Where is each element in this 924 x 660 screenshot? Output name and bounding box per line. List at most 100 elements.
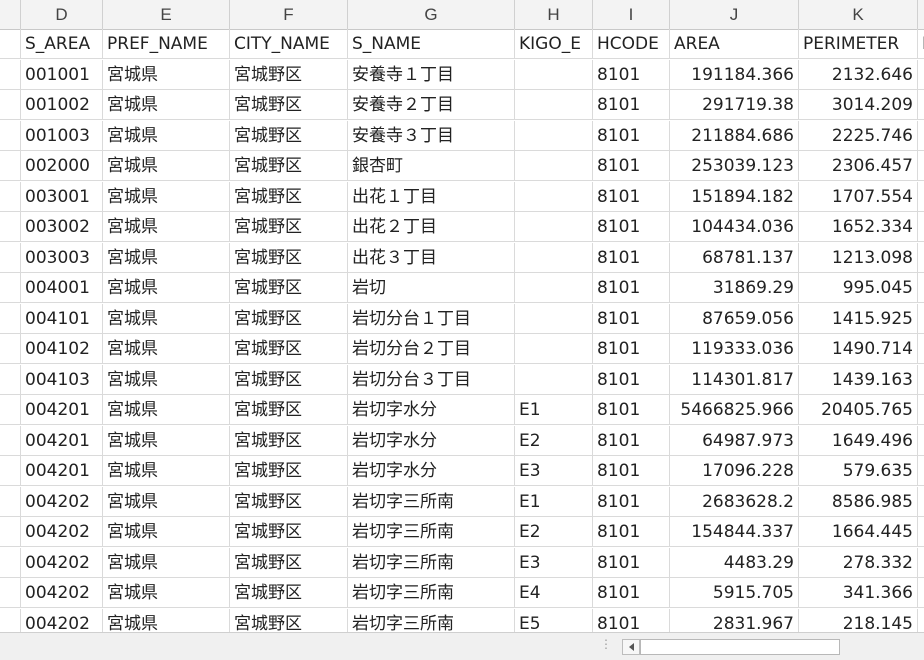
cell-col-hcode[interactable]: 8101: [593, 303, 670, 334]
cell-col-city-name[interactable]: 宮城野区: [230, 303, 348, 334]
header-cell-col-pref-name[interactable]: PREF_NAME: [103, 29, 230, 59]
cell-col-s-name[interactable]: 岩切字水分: [348, 425, 515, 456]
cell-col-next[interactable]: [918, 212, 924, 242]
cell-col-next[interactable]: [918, 548, 924, 578]
cell-col-city-name[interactable]: 宮城野区: [230, 334, 348, 364]
cell-col-pref-name[interactable]: 宮城県: [103, 395, 230, 425]
cell-col-s-name[interactable]: 岩切分台１丁目: [348, 303, 515, 334]
cell-col-city-name[interactable]: 宮城野区: [230, 517, 348, 547]
cell-col-kigo-e[interactable]: [515, 212, 593, 242]
cell-col-pref-name[interactable]: 宮城県: [103, 212, 230, 242]
cell-col-s-area[interactable]: 003002: [21, 212, 103, 242]
cell-col-y[interactable]: [0, 181, 21, 212]
cell-col-perimeter[interactable]: 1664.445: [799, 517, 918, 547]
cell-col-s-name[interactable]: 岩切字三所南: [348, 517, 515, 547]
cell-col-pref-name[interactable]: 宮城県: [103, 303, 230, 334]
cell-col-city-name[interactable]: 宮城野区: [230, 181, 348, 212]
cell-col-s-name[interactable]: 岩切字三所南: [348, 608, 515, 632]
header-cell-col-y[interactable]: Y: [0, 29, 21, 59]
cell-col-area[interactable]: 4483.29: [670, 547, 799, 578]
cell-col-perimeter[interactable]: 1652.334: [799, 212, 918, 242]
cell-col-city-name[interactable]: 宮城野区: [230, 242, 348, 273]
cell-col-pref-name[interactable]: 宮城県: [103, 334, 230, 364]
cell-col-kigo-e[interactable]: E1: [515, 395, 593, 425]
cell-col-perimeter[interactable]: 278.332: [799, 547, 918, 578]
cell-col-next[interactable]: [918, 273, 924, 303]
cell-col-city-name[interactable]: 宮城野区: [230, 547, 348, 578]
cell-col-s-area[interactable]: 001001: [21, 59, 103, 90]
cell-col-y[interactable]: [0, 120, 21, 151]
cell-col-pref-name[interactable]: 宮城県: [103, 151, 230, 181]
split-handle-icon[interactable]: ⋮: [600, 638, 612, 655]
cell-col-s-area[interactable]: 004201: [21, 456, 103, 486]
column-header-i[interactable]: I: [593, 0, 670, 29]
cell-col-hcode[interactable]: 8101: [593, 517, 670, 547]
cell-col-hcode[interactable]: 8101: [593, 90, 670, 120]
cell-col-area[interactable]: 114301.817: [670, 364, 799, 395]
cell-col-hcode[interactable]: 8101: [593, 578, 670, 608]
cell-col-s-area[interactable]: 004202: [21, 547, 103, 578]
cell-col-hcode[interactable]: 8101: [593, 456, 670, 486]
cell-col-s-name[interactable]: 出花１丁目: [348, 181, 515, 212]
cell-col-pref-name[interactable]: 宮城県: [103, 273, 230, 303]
cell-col-kigo-e[interactable]: [515, 242, 593, 273]
cell-col-s-name[interactable]: 安養寺２丁目: [348, 90, 515, 120]
column-header-e[interactable]: E: [103, 0, 230, 29]
cell-col-s-name[interactable]: 岩切: [348, 273, 515, 303]
cell-col-perimeter[interactable]: 579.635: [799, 456, 918, 486]
horizontal-scrollbar-thumb[interactable]: [640, 639, 840, 655]
cell-col-kigo-e[interactable]: [515, 334, 593, 364]
cell-col-city-name[interactable]: 宮城野区: [230, 120, 348, 151]
column-header-j[interactable]: J: [670, 0, 799, 29]
header-cell-col-s-name[interactable]: S_NAME: [348, 29, 515, 59]
cell-col-perimeter[interactable]: 2132.646: [799, 59, 918, 90]
cell-col-next[interactable]: [918, 487, 924, 517]
cell-col-next[interactable]: [918, 426, 924, 456]
cell-col-s-area[interactable]: 004201: [21, 395, 103, 425]
cell-col-next[interactable]: [918, 578, 924, 608]
cell-col-perimeter[interactable]: 1707.554: [799, 181, 918, 212]
cell-col-s-area[interactable]: 004101: [21, 303, 103, 334]
cell-col-next[interactable]: [918, 121, 924, 151]
cell-col-s-name[interactable]: 岩切字三所南: [348, 486, 515, 517]
cell-col-city-name[interactable]: 宮城野区: [230, 456, 348, 486]
cell-col-s-area[interactable]: 001003: [21, 120, 103, 151]
cell-col-pref-name[interactable]: 宮城県: [103, 242, 230, 273]
cell-col-perimeter[interactable]: 995.045: [799, 273, 918, 303]
cell-col-hcode[interactable]: 8101: [593, 608, 670, 632]
cell-col-y[interactable]: [0, 456, 21, 486]
cell-col-city-name[interactable]: 宮城野区: [230, 486, 348, 517]
cell-col-kigo-e[interactable]: [515, 273, 593, 303]
cell-col-hcode[interactable]: 8101: [593, 547, 670, 578]
cell-col-next[interactable]: [918, 334, 924, 364]
cell-col-y[interactable]: [0, 303, 21, 334]
cell-col-perimeter[interactable]: 20405.765: [799, 395, 918, 425]
cell-col-area[interactable]: 154844.337: [670, 517, 799, 547]
cell-col-pref-name[interactable]: 宮城県: [103, 608, 230, 632]
cell-col-s-name[interactable]: 出花３丁目: [348, 242, 515, 273]
cell-col-city-name[interactable]: 宮城野区: [230, 90, 348, 120]
header-cell-col-s-area[interactable]: S_AREA: [21, 29, 103, 59]
cell-col-y[interactable]: [0, 364, 21, 395]
cell-col-area[interactable]: 253039.123: [670, 151, 799, 181]
header-cell-col-next[interactable]: I: [918, 29, 924, 59]
cell-col-area[interactable]: 191184.366: [670, 59, 799, 90]
cell-col-perimeter[interactable]: 1649.496: [799, 425, 918, 456]
cell-col-s-area[interactable]: 004102: [21, 334, 103, 364]
cell-col-pref-name[interactable]: 宮城県: [103, 425, 230, 456]
cell-col-area[interactable]: 119333.036: [670, 334, 799, 364]
column-header-f[interactable]: F: [230, 0, 348, 29]
cell-col-s-name[interactable]: 安養寺１丁目: [348, 59, 515, 90]
cell-col-s-area[interactable]: 004202: [21, 578, 103, 608]
cell-col-area[interactable]: 2831.967: [670, 608, 799, 632]
cell-col-s-area[interactable]: 003003: [21, 242, 103, 273]
cell-col-hcode[interactable]: 8101: [593, 120, 670, 151]
cell-col-y[interactable]: [0, 395, 21, 425]
cell-col-s-name[interactable]: 岩切分台２丁目: [348, 334, 515, 364]
cell-col-next[interactable]: [918, 456, 924, 486]
column-header-h[interactable]: H: [515, 0, 593, 29]
cell-col-kigo-e[interactable]: E3: [515, 456, 593, 486]
cell-col-area[interactable]: 5915.705: [670, 578, 799, 608]
column-header-g[interactable]: G: [348, 0, 515, 29]
cell-col-hcode[interactable]: 8101: [593, 395, 670, 425]
